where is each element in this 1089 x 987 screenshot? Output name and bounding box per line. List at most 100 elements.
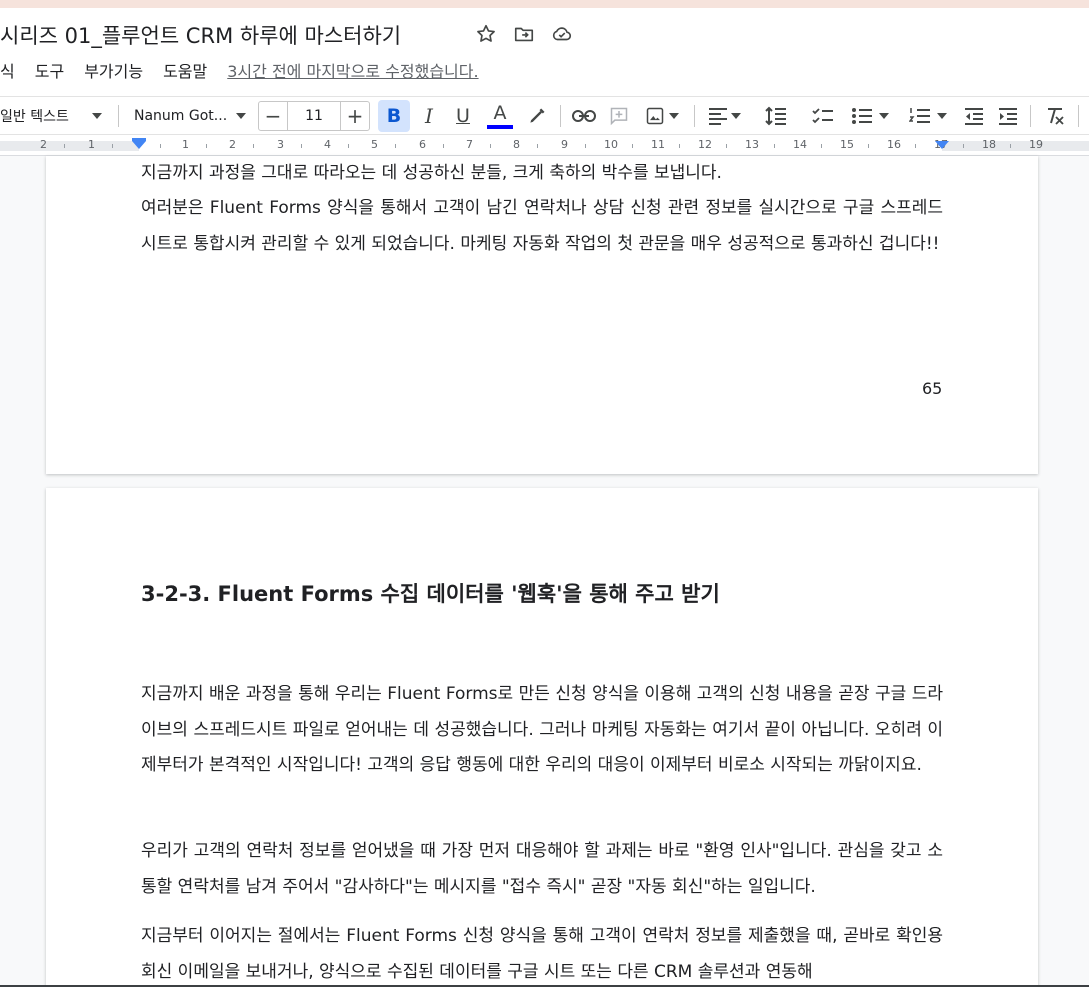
ruler-tick bbox=[963, 144, 964, 148]
text-color-swatch bbox=[487, 125, 513, 129]
ruler-label: 8 bbox=[513, 138, 520, 151]
bulleted-list-button[interactable] bbox=[846, 97, 894, 135]
ruler-tick bbox=[915, 144, 916, 148]
underline-button[interactable]: U bbox=[448, 97, 478, 135]
body-paragraph: 우리가 고객의 연락처 정보를 얻어냈을 때 가장 먼저 대응해야 할 과제는 … bbox=[141, 841, 943, 897]
menu-item-help[interactable]: 도움말 bbox=[163, 58, 207, 82]
text-color-button[interactable]: A bbox=[484, 97, 516, 135]
ruler-tick bbox=[301, 144, 302, 148]
ruler-tick bbox=[1010, 144, 1011, 148]
ruler-tick bbox=[774, 144, 775, 148]
add-comment-icon[interactable] bbox=[604, 97, 634, 135]
ruler-label: 18 bbox=[982, 138, 996, 151]
link-icon[interactable] bbox=[568, 97, 600, 135]
ruler-label: 1 bbox=[88, 138, 95, 151]
chevron-down-icon bbox=[236, 113, 246, 119]
ruler-label: 3 bbox=[277, 138, 284, 151]
paragraph-style-dropdown[interactable]: 일반 텍스트 bbox=[0, 97, 108, 135]
increase-font-size-button[interactable]: + bbox=[341, 102, 369, 130]
menu-bar: 식 도구 부가기능 도움말 3시간 전에 마지막으로 수정했습니다. bbox=[0, 58, 479, 82]
ruler-label: 1 bbox=[182, 138, 189, 151]
ruler-label: 2 bbox=[229, 138, 236, 151]
align-button[interactable] bbox=[702, 97, 746, 135]
font-dropdown[interactable]: Nanum Got... bbox=[134, 97, 250, 135]
ruler-tick bbox=[679, 144, 680, 148]
chevron-down-icon bbox=[879, 113, 889, 119]
move-to-folder-icon[interactable] bbox=[512, 22, 536, 46]
ruler-label: 11 bbox=[651, 138, 665, 151]
title-icons bbox=[474, 22, 574, 46]
menu-item-format[interactable]: 식 bbox=[0, 58, 15, 82]
chevron-down-icon bbox=[730, 113, 741, 119]
menu-item-addons[interactable]: 부가기능 bbox=[84, 58, 143, 82]
toolbar-divider bbox=[1030, 105, 1031, 127]
insert-image-button[interactable] bbox=[640, 97, 684, 135]
toolbar-divider bbox=[560, 105, 561, 127]
body-paragraph: 여러분은 Fluent Forms 양식을 통해서 고객이 남긴 연락처나 상담… bbox=[141, 198, 943, 254]
line-spacing-icon[interactable] bbox=[760, 97, 792, 135]
font-size-stepper: − 11 + bbox=[258, 101, 370, 131]
ruler-label: 4 bbox=[324, 138, 331, 151]
page-number: 65 bbox=[922, 379, 943, 398]
ruler-tick bbox=[253, 144, 254, 148]
bulleted-list-icon bbox=[851, 107, 873, 125]
ruler-tick bbox=[726, 144, 727, 148]
chevron-down-icon bbox=[937, 113, 947, 119]
ruler-tick bbox=[348, 144, 349, 148]
toolbar: 일반 텍스트 Nanum Got... − 11 + B I U A bbox=[0, 96, 1089, 134]
bold-button[interactable]: B bbox=[378, 100, 410, 132]
toolbar-divider bbox=[1078, 105, 1079, 127]
clear-formatting-icon[interactable] bbox=[1040, 97, 1070, 135]
ruler-tick bbox=[112, 144, 113, 148]
menu-item-tools[interactable]: 도구 bbox=[35, 58, 64, 82]
ruler-tick bbox=[206, 144, 207, 148]
ruler-tick bbox=[64, 144, 65, 148]
ruler-left-margin bbox=[0, 141, 139, 151]
horizontal-ruler[interactable]: 2 1 1 2 3 4 5 6 7 8 9 10 11 12 13 14 15 … bbox=[0, 134, 1089, 156]
left-indent-handle[interactable] bbox=[132, 141, 146, 149]
ruler-tick bbox=[443, 144, 444, 148]
highlight-pen-icon[interactable] bbox=[522, 97, 552, 135]
right-indent-handle[interactable] bbox=[935, 141, 949, 149]
title-bar: 시리즈 01_플루언트 CRM 하루에 마스터하기 식 도구 부가기능 도움말 … bbox=[0, 8, 1089, 98]
ruler-label: 2 bbox=[40, 138, 47, 151]
document-page[interactable]: 3-2-3. Fluent Forms 수집 데이터를 '웹훅'을 통해 주고 … bbox=[46, 488, 1038, 987]
numbered-list-icon bbox=[909, 107, 931, 125]
body-paragraph: 지금까지 과정을 그대로 따라오는 데 성공하신 분들, 크게 축하의 박수를 … bbox=[141, 163, 722, 183]
ruler-tick bbox=[160, 144, 161, 148]
font-size-input[interactable]: 11 bbox=[287, 102, 341, 130]
ruler-label: 6 bbox=[419, 138, 426, 151]
ruler-tick bbox=[395, 144, 396, 148]
document-page[interactable]: 지금까지 과정을 그대로 따라오는 데 성공하신 분들, 크게 축하의 박수를 … bbox=[46, 156, 1038, 474]
italic-button[interactable]: I bbox=[414, 97, 444, 135]
decrease-indent-icon[interactable] bbox=[960, 97, 988, 135]
cloud-saved-icon[interactable] bbox=[550, 22, 574, 46]
text-color-label: A bbox=[493, 102, 507, 124]
chevron-down-icon bbox=[669, 113, 679, 119]
ruler-label: 13 bbox=[745, 138, 759, 151]
ruler-label: 5 bbox=[371, 138, 378, 151]
decrease-font-size-button[interactable]: − bbox=[259, 102, 287, 130]
checklist-icon[interactable] bbox=[808, 97, 838, 135]
last-edit-link[interactable]: 3시간 전에 마지막으로 수정했습니다. bbox=[227, 58, 478, 82]
increase-indent-icon[interactable] bbox=[994, 97, 1022, 135]
section-heading: 3-2-3. Fluent Forms 수집 데이터를 '웹훅'을 통해 주고 … bbox=[141, 582, 720, 606]
numbered-list-button[interactable] bbox=[904, 97, 952, 135]
align-left-icon bbox=[708, 107, 728, 125]
ruler-label: 7 bbox=[466, 138, 473, 151]
ruler-tick bbox=[490, 144, 491, 148]
ruler-label: 9 bbox=[561, 138, 568, 151]
body-paragraph: 지금부터 이어지는 절에서는 Fluent Forms 신청 양식을 통해 고객… bbox=[141, 926, 943, 982]
ruler-label: 14 bbox=[793, 138, 807, 151]
ruler-tick bbox=[632, 144, 633, 148]
ruler-label: 16 bbox=[887, 138, 901, 151]
toolbar-divider bbox=[694, 105, 695, 127]
ruler-label: 12 bbox=[698, 138, 712, 151]
ruler-right-margin bbox=[942, 141, 1089, 151]
ruler-label: 10 bbox=[604, 138, 618, 151]
star-icon[interactable] bbox=[474, 22, 498, 46]
ruler-label: 15 bbox=[840, 138, 854, 151]
document-title[interactable]: 시리즈 01_플루언트 CRM 하루에 마스터하기 bbox=[0, 20, 401, 50]
window-top-strip bbox=[0, 0, 1089, 8]
font-label: Nanum Got... bbox=[134, 108, 228, 124]
